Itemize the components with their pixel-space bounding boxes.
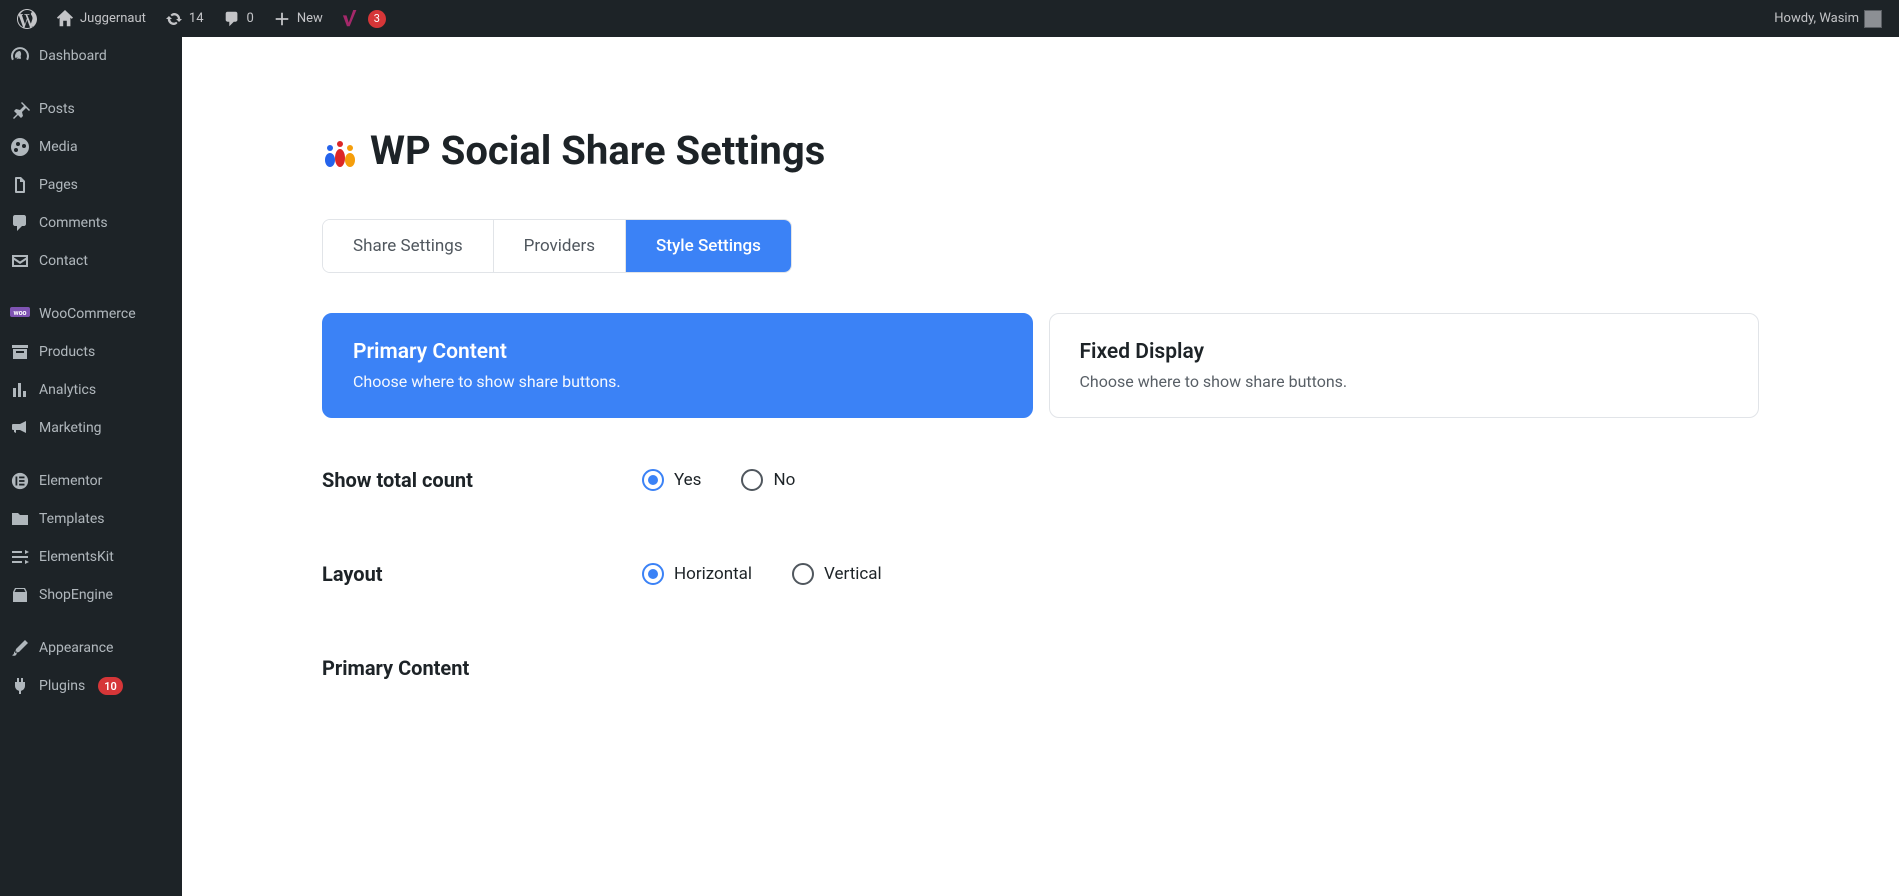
sidebar-woocommerce[interactable]: woo WooCommerce (0, 295, 182, 333)
howdy-label: Howdy, Wasim (1774, 11, 1859, 26)
yoast-icon (341, 9, 361, 29)
woo-icon: woo (10, 304, 30, 324)
sidebar-products[interactable]: Products (0, 333, 182, 371)
sidebar-analytics[interactable]: Analytics (0, 371, 182, 409)
setting-show-total-count: Show total count Yes No (322, 468, 1759, 492)
folder-icon (10, 509, 30, 529)
sidebar-plugins[interactable]: Plugins 10 (0, 667, 182, 705)
settings-tabs: Share Settings Providers Style Settings (322, 219, 792, 273)
radio-group-layout: Horizontal Vertical (642, 563, 882, 585)
comment-icon (10, 213, 30, 233)
tab-providers[interactable]: Providers (494, 220, 626, 272)
archive-icon (10, 342, 30, 362)
elementor-icon (10, 471, 30, 491)
shopengine-icon (10, 585, 30, 605)
section-heading-primary-content: Primary Content (322, 656, 1759, 680)
admin-sidebar: Dashboard Posts Media Pages Comments Con… (0, 37, 182, 896)
radio-group-show-total-count: Yes No (642, 469, 795, 491)
tab-style-settings[interactable]: Style Settings (626, 220, 791, 272)
admin-bar-left: Juggernaut 14 0 New 3 (8, 0, 395, 37)
page-title: WP Social Share Settings (370, 127, 825, 174)
my-account-menu[interactable]: Howdy, Wasim (1765, 0, 1891, 37)
elementskit-icon (10, 547, 30, 567)
radio-circle-icon (792, 563, 814, 585)
radio-no[interactable]: No (741, 469, 795, 491)
updates-menu[interactable]: 14 (155, 0, 213, 37)
radio-circle-icon (642, 563, 664, 585)
avatar-icon (1864, 10, 1882, 28)
sidebar-posts[interactable]: Posts (0, 90, 182, 128)
sidebar-shopengine[interactable]: ShopEngine (0, 576, 182, 614)
main-content: WP Social Share Settings Share Settings … (182, 37, 1899, 896)
sidebar-contact[interactable]: Contact (0, 242, 182, 280)
media-icon (10, 137, 30, 157)
social-share-icon (322, 134, 358, 168)
comments-menu[interactable]: 0 (213, 0, 263, 37)
chart-icon (10, 380, 30, 400)
sidebar-media[interactable]: Media (0, 128, 182, 166)
card-fixed-display[interactable]: Fixed Display Choose where to show share… (1049, 313, 1760, 418)
section-cards: Primary Content Choose where to show sha… (322, 313, 1759, 418)
pin-icon (10, 99, 30, 119)
home-icon (55, 9, 75, 29)
yoast-menu[interactable]: 3 (332, 0, 395, 37)
tab-share-settings[interactable]: Share Settings (323, 220, 494, 272)
page-icon (10, 175, 30, 195)
comments-count: 0 (247, 11, 254, 26)
new-label: New (297, 11, 323, 26)
site-name-label: Juggernaut (80, 11, 146, 26)
megaphone-icon (10, 418, 30, 438)
yoast-badge: 3 (368, 10, 386, 28)
updates-count: 14 (189, 11, 204, 26)
sidebar-marketing[interactable]: Marketing (0, 409, 182, 447)
radio-vertical[interactable]: Vertical (792, 563, 882, 585)
plugin-count-badge: 10 (98, 677, 123, 695)
update-icon (164, 9, 184, 29)
sidebar-appearance[interactable]: Appearance (0, 629, 182, 667)
radio-circle-icon (642, 469, 664, 491)
site-name-menu[interactable]: Juggernaut (46, 0, 155, 37)
mail-icon (10, 251, 30, 271)
dashboard-icon (10, 46, 30, 66)
svg-text:woo: woo (13, 309, 26, 317)
radio-circle-icon (741, 469, 763, 491)
plus-icon (272, 9, 292, 29)
sidebar-pages[interactable]: Pages (0, 166, 182, 204)
new-content-menu[interactable]: New (263, 0, 332, 37)
sidebar-dashboard[interactable]: Dashboard (0, 37, 182, 75)
sidebar-comments[interactable]: Comments (0, 204, 182, 242)
sidebar-templates[interactable]: Templates (0, 500, 182, 538)
page-title-wrap: WP Social Share Settings (322, 127, 1759, 174)
wp-logo-menu[interactable] (8, 0, 46, 37)
radio-yes[interactable]: Yes (642, 469, 701, 491)
card-primary-content[interactable]: Primary Content Choose where to show sha… (322, 313, 1033, 418)
brush-icon (10, 638, 30, 658)
plugin-icon (10, 676, 30, 696)
admin-bar: Juggernaut 14 0 New 3 Howdy, (0, 0, 1899, 37)
sidebar-elementor[interactable]: Elementor (0, 462, 182, 500)
wordpress-logo-icon (17, 9, 37, 29)
setting-layout: Layout Horizontal Vertical (322, 562, 1759, 586)
radio-horizontal[interactable]: Horizontal (642, 563, 752, 585)
sidebar-elementskit[interactable]: ElementsKit (0, 538, 182, 576)
comment-icon (222, 9, 242, 29)
